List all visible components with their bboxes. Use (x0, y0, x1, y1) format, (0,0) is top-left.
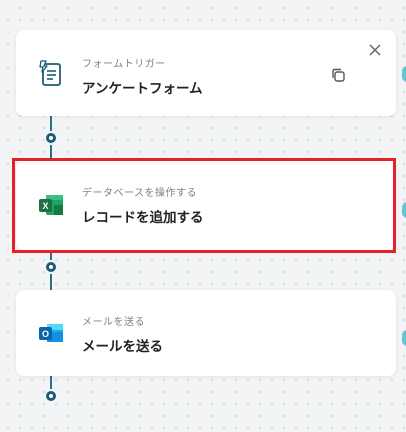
add-step-node-2[interactable] (44, 260, 58, 274)
copy-icon[interactable] (330, 67, 346, 83)
step-card-mail[interactable]: O メールを送る メールを送る (16, 290, 396, 376)
side-handle-2[interactable] (402, 202, 406, 218)
form-document-icon (36, 59, 66, 89)
close-icon[interactable] (368, 42, 382, 56)
svg-text:O: O (42, 329, 49, 339)
outlook-icon: O (36, 318, 66, 348)
step-subtitle: メールを送る (82, 317, 145, 328)
add-step-node-1[interactable] (44, 131, 58, 145)
step-subtitle: フォームトリガー (82, 59, 166, 70)
selection-highlight-frame (12, 158, 396, 253)
add-step-node-3[interactable] (44, 389, 58, 403)
step-title: メールを送る (82, 339, 163, 355)
side-handle-3[interactable] (402, 330, 406, 346)
step-title: アンケートフォーム (82, 81, 203, 97)
side-handle-1[interactable] (402, 66, 406, 82)
